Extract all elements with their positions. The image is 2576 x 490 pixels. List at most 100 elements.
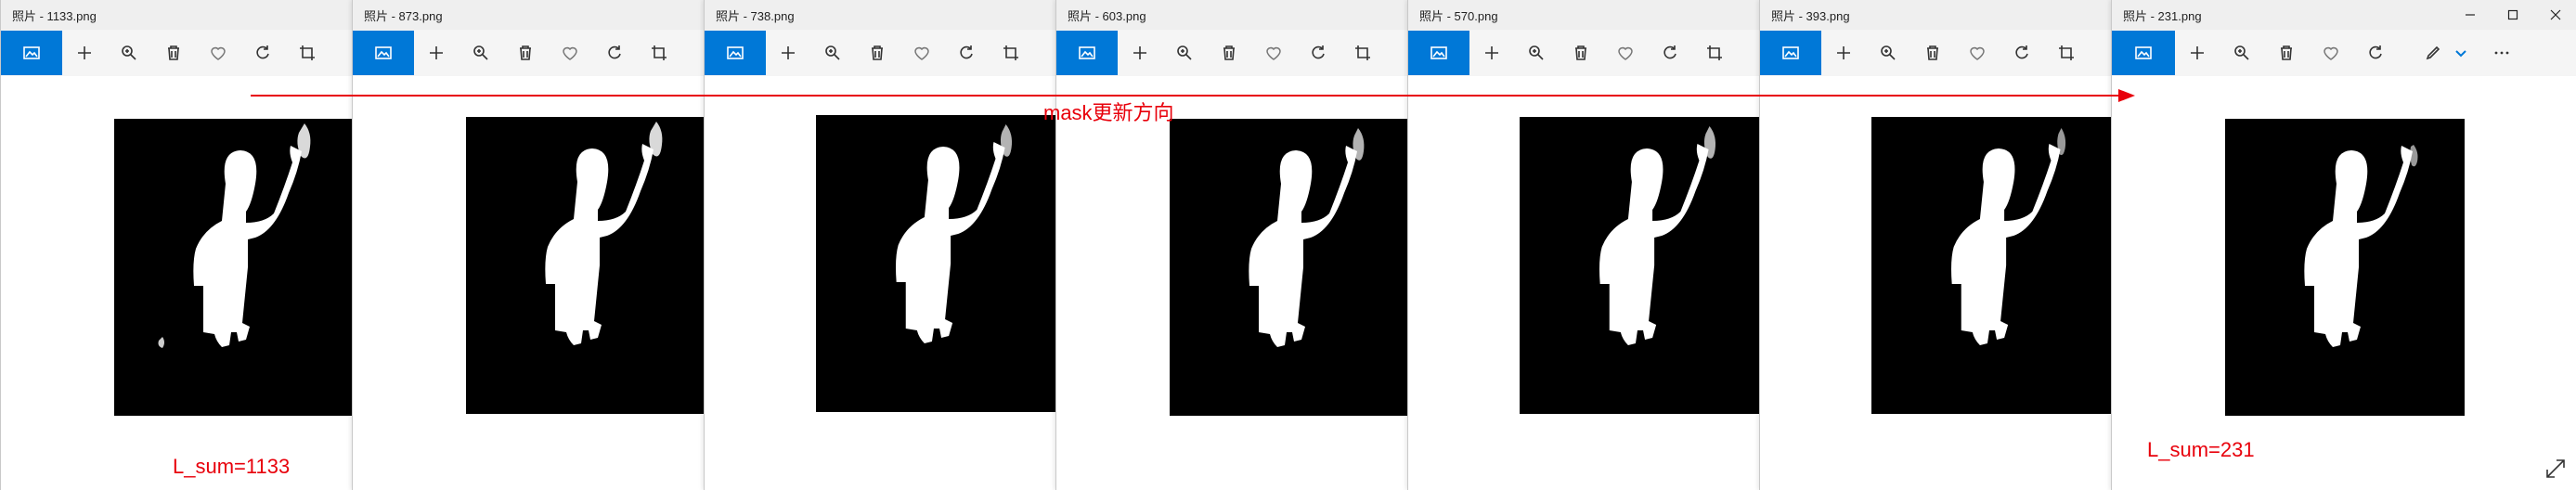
rotate-icon: [960, 45, 973, 59]
window-controls: [2449, 0, 2576, 30]
view-photo-button[interactable]: [1408, 31, 1469, 75]
mask-image: [1520, 117, 1761, 414]
delete-button[interactable]: [1207, 30, 1251, 76]
add-button[interactable]: [2175, 30, 2220, 76]
photos-window-738[interactable]: 照片 - 738.png: [704, 0, 1057, 490]
zoom-button[interactable]: [1866, 30, 1910, 76]
photos-window-1133[interactable]: 照片 - 1133.png L_sum=1133: [0, 0, 354, 490]
view-photo-icon: [23, 46, 40, 59]
delete-button[interactable]: [855, 30, 900, 76]
favorite-button[interactable]: [1955, 30, 2000, 76]
delete-button[interactable]: [503, 30, 548, 76]
crop-button[interactable]: [989, 30, 1033, 76]
favorite-button[interactable]: [196, 30, 240, 76]
view-photo-button[interactable]: [1760, 31, 1821, 75]
rotate-button[interactable]: [944, 30, 989, 76]
rotate-button[interactable]: [592, 30, 637, 76]
add-button[interactable]: [1469, 30, 1514, 76]
delete-button[interactable]: [2264, 30, 2309, 76]
delete-icon: [872, 45, 883, 60]
photos-window-570[interactable]: 照片 - 570.png: [1407, 0, 1761, 490]
delete-icon: [1223, 45, 1235, 60]
photos-window-393[interactable]: 照片 - 393.png: [1759, 0, 2113, 490]
favorite-button[interactable]: [900, 30, 944, 76]
photos-window-603[interactable]: 照片 - 603.png: [1055, 0, 1409, 490]
zoom-icon: [473, 45, 488, 60]
crop-icon: [1355, 45, 1370, 60]
edit-icon: [2426, 45, 2440, 60]
maximize-icon: [2507, 9, 2518, 20]
add-button[interactable]: [414, 30, 459, 76]
delete-button[interactable]: [1559, 30, 1603, 76]
favorite-icon: [211, 46, 226, 60]
expand-button[interactable]: [2544, 457, 2568, 481]
add-button[interactable]: [62, 30, 107, 76]
crop-button[interactable]: [1692, 30, 1737, 76]
rotate-button[interactable]: [1296, 30, 1340, 76]
rotate-button[interactable]: [240, 30, 285, 76]
delete-button[interactable]: [1910, 30, 1955, 76]
crop-button[interactable]: [2044, 30, 2089, 76]
more-button[interactable]: [2479, 30, 2524, 76]
view-photo-button[interactable]: [2112, 31, 2175, 75]
photo-canvas: [705, 76, 1057, 490]
mask-image: [2225, 119, 2465, 416]
favorite-button[interactable]: [1251, 30, 1296, 76]
zoom-button[interactable]: [1514, 30, 1559, 76]
zoom-button[interactable]: [1162, 30, 1207, 76]
zoom-button[interactable]: [810, 30, 855, 76]
zoom-icon: [1529, 45, 1544, 60]
view-photo-button[interactable]: [1, 31, 62, 75]
crop-button[interactable]: [637, 30, 681, 76]
photos-window-873[interactable]: 照片 - 873.png: [352, 0, 705, 490]
window-title: 照片 - 873.png: [353, 0, 705, 30]
view-photo-button[interactable]: [1056, 31, 1118, 75]
edit-button[interactable]: [2414, 30, 2452, 76]
view-photo-button[interactable]: [705, 31, 766, 75]
rotate-button[interactable]: [2353, 30, 2398, 76]
close-button[interactable]: [2534, 0, 2576, 30]
favorite-icon: [1266, 46, 1281, 60]
add-button[interactable]: [1118, 30, 1162, 76]
mask-image: [1170, 119, 1409, 416]
delete-icon: [168, 45, 179, 60]
zoom-button[interactable]: [107, 30, 151, 76]
rotate-button[interactable]: [1648, 30, 1692, 76]
crop-button[interactable]: [285, 30, 330, 76]
photos-window-231[interactable]: 照片 - 231.png L_sum=231: [2111, 0, 2576, 490]
zoom-button[interactable]: [459, 30, 503, 76]
view-photo-button[interactable]: [353, 31, 414, 75]
favorite-button[interactable]: [1603, 30, 1648, 76]
photo-canvas: [1056, 76, 1409, 490]
photo-canvas: L_sum=231: [2112, 76, 2576, 490]
chevron-down-icon: [2455, 50, 2466, 58]
close-icon: [2550, 9, 2561, 20]
mask-image: [114, 119, 354, 416]
minimize-button[interactable]: [2449, 0, 2492, 30]
edit-dropdown-button[interactable]: [2452, 30, 2470, 76]
add-button[interactable]: [1821, 30, 1866, 76]
delete-button[interactable]: [151, 30, 196, 76]
favorite-button[interactable]: [2309, 30, 2353, 76]
more-icon: [2494, 51, 2509, 55]
window-title: 照片 - 393.png: [1760, 0, 2113, 30]
favorite-icon: [914, 46, 929, 60]
crop-button[interactable]: [1340, 30, 1385, 76]
zoom-button[interactable]: [2220, 30, 2264, 76]
favorite-button[interactable]: [548, 30, 592, 76]
zoom-icon: [1177, 45, 1192, 60]
rotate-icon: [1663, 45, 1676, 59]
favorite-icon: [1970, 46, 1985, 60]
rotate-button[interactable]: [2000, 30, 2044, 76]
view-photo-icon: [727, 46, 744, 59]
window-title: 照片 - 1133.png: [1, 0, 354, 30]
add-button[interactable]: [766, 30, 810, 76]
crop-icon: [2059, 45, 2074, 60]
favorite-icon: [563, 46, 577, 60]
toolbar: [705, 30, 1057, 76]
mask-image: [466, 117, 705, 414]
mask-update-direction-arrow: [251, 89, 2135, 102]
zoom-icon: [122, 45, 136, 60]
maximize-button[interactable]: [2492, 0, 2534, 30]
rotate-icon: [1312, 45, 1325, 59]
